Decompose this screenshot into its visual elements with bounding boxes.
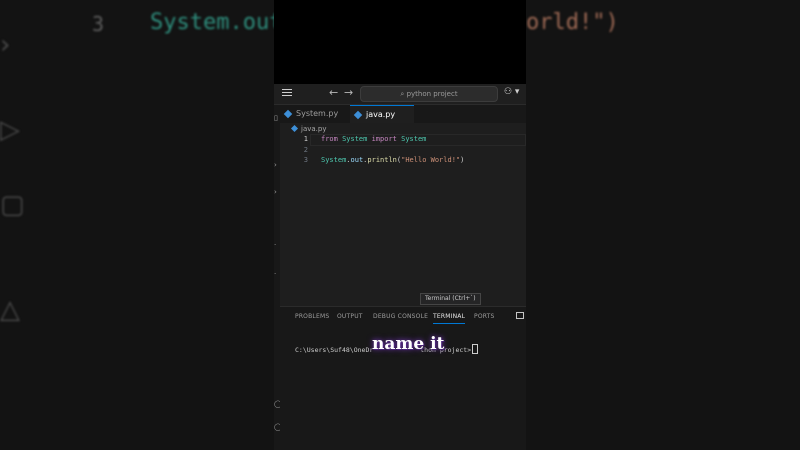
code-editor[interactable]: 1 from System import System 2 3 System.o… — [280, 134, 526, 166]
menu-icon[interactable] — [282, 89, 292, 97]
background-play-icon: ▷ — [0, 115, 20, 145]
code-line: 2 — [280, 145, 526, 156]
breadcrumb-file: java.py — [301, 125, 327, 133]
string-literal: "Hello World!" — [401, 156, 461, 164]
tab-label: java.py — [366, 110, 396, 119]
back-arrow-icon[interactable]: ← — [329, 86, 338, 99]
tab-terminal[interactable]: TERMINAL — [433, 313, 466, 324]
tab-system-py[interactable]: System.py — [280, 105, 346, 123]
tab-problems[interactable]: PROBLEMS — [295, 313, 329, 320]
line-number: 1 — [303, 135, 308, 143]
copilot-icon[interactable]: ⚇ ▾ — [504, 87, 519, 97]
line-number: 2 — [303, 145, 308, 154]
tab-output[interactable]: OUTPUT — [337, 313, 363, 320]
background-square-icon: ▢ — [0, 190, 25, 220]
editor-window: ← → ⌕ python project ⚇ ▾ ▯ › › · · ◯ ◯ S… — [274, 84, 526, 450]
blurred-background-right: orld!") — [526, 0, 800, 450]
status-bar — [274, 444, 526, 450]
code-line: 3 System.out.println("Hello World!") — [280, 155, 526, 166]
search-placeholder: python project — [406, 90, 458, 98]
tab-label: System.py — [296, 109, 339, 118]
activity-scm-icon[interactable]: › — [274, 188, 277, 196]
terminal-tooltip: Terminal (Ctrl+`) — [420, 293, 481, 305]
keyword: from — [321, 135, 338, 143]
activity-run-icon[interactable]: · — [274, 241, 276, 249]
line-number: 3 — [303, 156, 308, 164]
activity-explorer-icon[interactable]: ▯ — [274, 114, 278, 122]
background-warning-icon: △ — [0, 295, 20, 325]
keyword: import — [371, 135, 397, 143]
punctuation: ) — [460, 156, 465, 164]
class-name: System — [401, 135, 427, 143]
python-file-icon — [283, 109, 293, 119]
panel-layout-icon[interactable] — [516, 312, 524, 319]
module-name: System — [342, 135, 368, 143]
background-line-number: 3 — [92, 12, 105, 36]
tab-debug-console[interactable]: DEBUG CONSOLE — [373, 313, 428, 320]
activity-extensions-icon[interactable]: · — [274, 270, 276, 278]
blurred-background-left: 3 System.out › ▷ ▢ △ — [0, 0, 274, 450]
field-name: out — [350, 156, 364, 164]
video-top-letterbox — [274, 0, 526, 84]
title-bar: ← → ⌕ python project ⚇ ▾ — [274, 84, 526, 105]
background-code-left: System.out — [150, 10, 274, 35]
terminal-cursor — [472, 344, 479, 354]
activity-search-icon[interactable]: › — [274, 161, 277, 169]
tab-ports[interactable]: PORTS — [474, 313, 495, 320]
class-name: System — [321, 156, 347, 164]
editor-tabs: System.py java.py — [280, 105, 526, 123]
forward-arrow-icon[interactable]: → — [344, 86, 353, 99]
code-line: 1 from System import System — [280, 134, 526, 146]
tab-java-py[interactable]: java.py — [350, 105, 414, 123]
background-code-right: orld!") — [526, 10, 619, 35]
breadcrumb[interactable]: java.py — [290, 124, 327, 133]
function-name: println — [367, 156, 397, 164]
video-caption: name it — [372, 334, 445, 354]
bottom-panel: PROBLEMS OUTPUT DEBUG CONSOLE TERMINAL P… — [280, 306, 526, 450]
command-center-search[interactable]: ⌕ python project — [360, 86, 498, 102]
background-chevron-icon: › — [0, 30, 11, 60]
prompt-path-start: C:\Users\Suf48\OneDr — [295, 346, 374, 354]
python-file-icon — [290, 124, 299, 133]
python-file-icon — [353, 110, 363, 120]
search-icon: ⌕ — [400, 90, 405, 98]
